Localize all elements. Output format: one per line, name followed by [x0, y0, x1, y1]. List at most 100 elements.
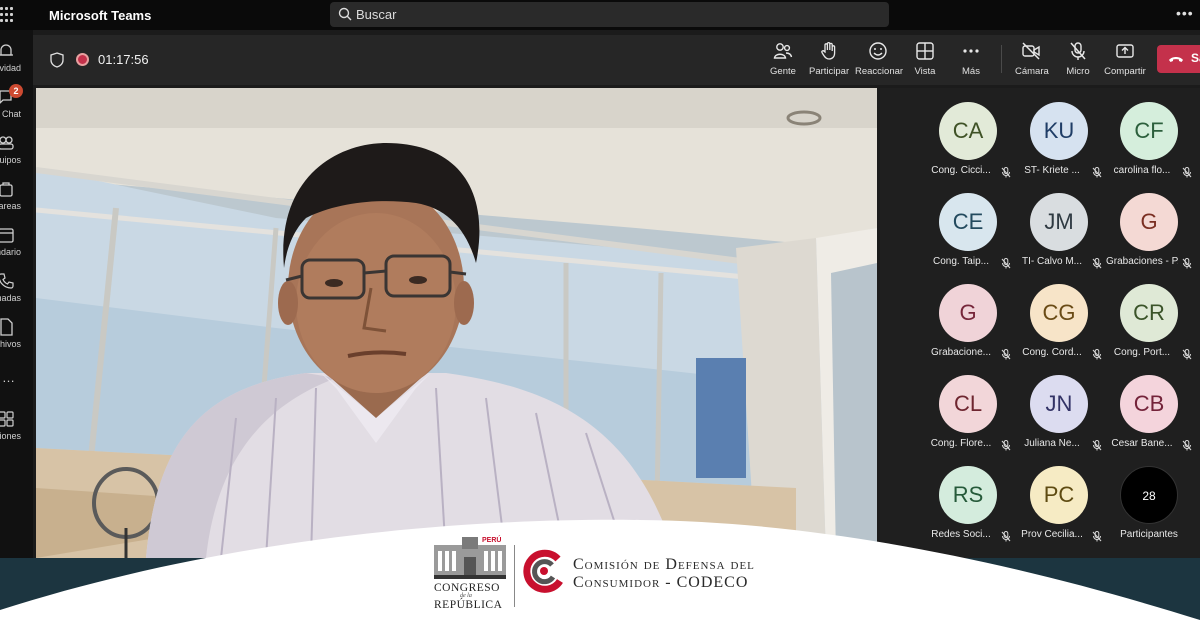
- rail-item-calendar[interactable]: Calendario: [0, 226, 33, 270]
- codeco-title-line1: Comisión de Defensa del: [573, 556, 755, 573]
- smile-icon: [869, 42, 887, 60]
- share-label: Compartir: [1104, 66, 1146, 77]
- participant-name: Cong. Cord...: [1022, 347, 1082, 358]
- raise-hand-label: Participar: [809, 66, 850, 77]
- mic-toggle-button[interactable]: Micro: [1065, 41, 1091, 81]
- phone-icon: [0, 273, 14, 289]
- participant-name: Cesar Bane...: [1111, 438, 1173, 449]
- muted-mic-icon: [1182, 349, 1192, 360]
- muted-mic-icon: [1001, 258, 1011, 269]
- avatar: CG: [1030, 284, 1088, 342]
- participant-name: carolina flo...: [1113, 165, 1171, 176]
- avatar: CR: [1120, 284, 1178, 342]
- leave-label: Sa: [1191, 51, 1200, 65]
- participant-tile[interactable]: CB Cesar Bane...: [1106, 361, 1196, 451]
- rail-label: Archivos: [0, 339, 21, 349]
- muted-mic-icon: [1092, 167, 1102, 178]
- search-icon: [338, 7, 352, 21]
- avatar: JM: [1030, 193, 1088, 251]
- codeco-title-line2: Consumidor - CODECO: [573, 574, 749, 591]
- rail-label: Equipos: [0, 155, 21, 165]
- avatar: G: [1120, 193, 1178, 251]
- peru-label: PERÚ: [482, 537, 502, 544]
- main-video-feed: [36, 88, 877, 558]
- leave-button[interactable]: Sa: [1157, 45, 1200, 73]
- muted-mic-icon: [1092, 258, 1102, 269]
- teams-window: Microsoft Teams ••• Actividad 2 Chat Equ…: [0, 0, 1200, 628]
- rail-label: Tareas: [0, 201, 21, 211]
- participant-name: TI- Calvo M...: [1021, 256, 1082, 267]
- participant-gallery: CA Cong. Cicci... KU ST- Kriete ... CF caroli…: [880, 88, 1200, 558]
- toolbar-divider: [1001, 45, 1002, 73]
- camera-toggle-button[interactable]: Cámara: [1015, 41, 1049, 81]
- search-box[interactable]: [330, 2, 889, 27]
- unread-badge: 2: [9, 84, 23, 98]
- rail-item-apps[interactable]: Aplicaciones: [0, 410, 33, 454]
- participant-tile[interactable]: CL Cong. Flore...: [925, 361, 1015, 451]
- participant-tile[interactable]: CG Cong. Cord...: [1016, 270, 1106, 360]
- participant-tile[interactable]: JM TI- Calvo M...: [1016, 179, 1106, 269]
- avatar: CB: [1120, 375, 1178, 433]
- title-bar: Microsoft Teams •••: [0, 0, 1200, 30]
- participant-name: Grabaciones - P...: [1106, 256, 1178, 267]
- participant-name: Cong. Taip...: [933, 256, 989, 267]
- participant-tile[interactable]: CR Cong. Port...: [1106, 270, 1196, 360]
- raise-hand-button[interactable]: Participar: [809, 41, 849, 81]
- more-label: Más: [962, 66, 980, 77]
- participant-name: Cong. Port...: [1113, 347, 1171, 358]
- shield-icon[interactable]: [50, 52, 64, 68]
- teams-icon: [0, 136, 14, 150]
- participant-tile[interactable]: CA Cong. Cicci...: [925, 88, 1015, 178]
- meeting-toolbar: 01:17:56 Gente Participar Reaccionar Vis…: [33, 35, 1200, 85]
- participant-tile[interactable]: CF carolina flo...: [1106, 88, 1196, 178]
- congreso-logo: PERÚ CONGRESO de la REPÚBLICA: [430, 535, 510, 615]
- muted-mic-icon: [1092, 440, 1102, 451]
- share-button[interactable]: Compartir: [1103, 41, 1147, 81]
- participant-tile[interactable]: CE Cong. Taip...: [925, 179, 1015, 269]
- muted-mic-icon: [1001, 349, 1011, 360]
- ellipsis-icon: [963, 49, 979, 53]
- logo-divider: [514, 545, 515, 607]
- settings-more-icon[interactable]: •••: [1176, 5, 1194, 21]
- camera-label: Cámara: [1015, 66, 1049, 77]
- people-icon: [773, 43, 793, 59]
- people-button[interactable]: Gente: [768, 41, 798, 81]
- search-input[interactable]: [356, 2, 876, 27]
- rail-item-tasks[interactable]: Tareas: [0, 180, 33, 224]
- more-actions-button[interactable]: Más: [959, 41, 983, 81]
- react-button[interactable]: Reaccionar: [855, 41, 903, 81]
- avatar: CA: [939, 102, 997, 160]
- congreso-line3: REPÚBLICA: [434, 599, 503, 611]
- rail-label: Calendario: [0, 247, 21, 257]
- participant-tile[interactable]: G Grabacione...: [925, 270, 1015, 360]
- rail-item-chat[interactable]: 2 Chat: [0, 84, 33, 132]
- recording-indicator-icon: [76, 53, 89, 66]
- mic-off-icon: [1070, 42, 1086, 60]
- rail-label: Actividad: [0, 63, 21, 73]
- participant-tile[interactable]: JN Juliana Ne...: [1016, 361, 1106, 451]
- app-launcher-icon[interactable]: [0, 7, 14, 23]
- participant-name: ST- Kriete ...: [1024, 165, 1080, 176]
- meeting-timer: 01:17:56: [98, 52, 149, 67]
- view-button[interactable]: Vista: [913, 41, 937, 81]
- rail-item-teams[interactable]: Equipos: [0, 134, 33, 178]
- codeco-logo-icon: [523, 549, 563, 593]
- hand-icon: [821, 42, 836, 60]
- muted-mic-icon: [1001, 167, 1011, 178]
- participant-name: Grabacione...: [930, 347, 992, 358]
- app-name: Microsoft Teams: [49, 8, 152, 23]
- speaker-video-image: [36, 88, 877, 558]
- muted-mic-icon: [1092, 349, 1102, 360]
- apps-icon: [0, 411, 14, 427]
- participant-tile[interactable]: G Grabaciones - P...: [1106, 179, 1196, 269]
- avatar: CE: [939, 193, 997, 251]
- rail-item-calls[interactable]: Llamadas: [0, 272, 33, 316]
- rail-item-more[interactable]: …: [0, 370, 33, 414]
- bell-icon: [0, 44, 13, 56]
- rail-item-activity[interactable]: Actividad: [0, 42, 33, 86]
- participant-tile[interactable]: KU ST- Kriete ...: [1016, 88, 1106, 178]
- muted-mic-icon: [1001, 440, 1011, 451]
- participant-name: Juliana Ne...: [1024, 438, 1080, 449]
- rail-label: Aplicaciones: [0, 431, 21, 441]
- rail-item-files[interactable]: Archivos: [0, 318, 33, 362]
